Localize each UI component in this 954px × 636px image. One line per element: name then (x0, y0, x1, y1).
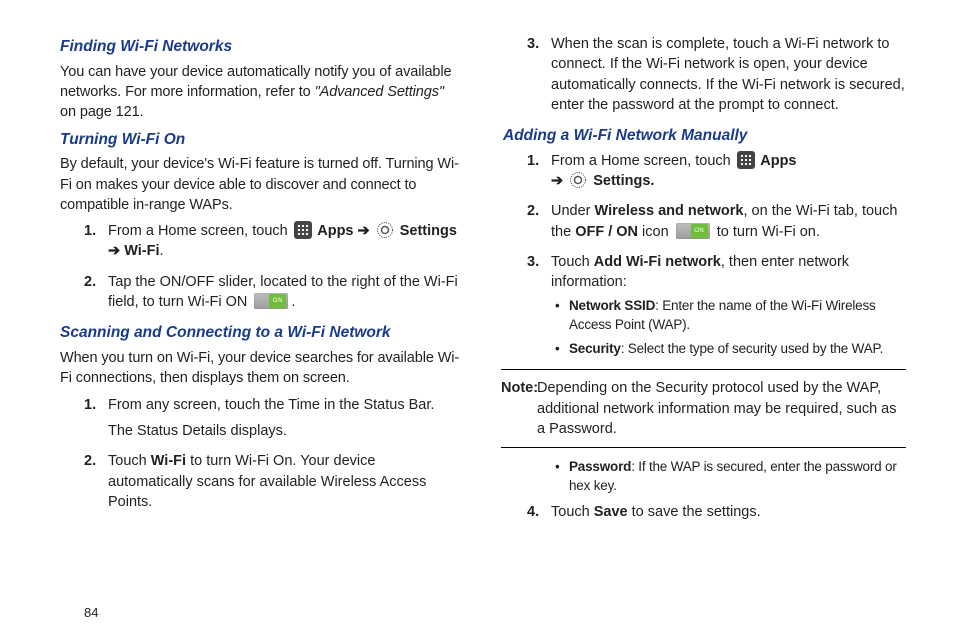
para-scanning: When you turn on Wi-Fi, your device sear… (60, 348, 463, 389)
left-column: Finding Wi-Fi Networks You can have your… (60, 30, 463, 616)
steps-adding-cont: Touch Save to save the settings. (503, 502, 906, 522)
right-column: When the scan is complete, touch a Wi-Fi… (503, 30, 906, 616)
para-turning-wifi: By default, your device's Wi-Fi feature … (60, 154, 463, 215)
text: Touch (551, 254, 594, 270)
bullet-security: Security: Select the type of security us… (551, 340, 906, 359)
text: icon (638, 224, 673, 240)
arrow-icon: ➔ (108, 243, 124, 259)
note-label: Note: (501, 378, 538, 398)
steps-turning-wifi: From a Home screen, touch Apps ➔ Setting… (60, 221, 463, 312)
step-3: When the scan is complete, touch a Wi-Fi… (503, 34, 906, 115)
apps-icon (294, 221, 312, 239)
heading-scanning-connecting: Scanning and Connecting to a Wi-Fi Netwo… (60, 322, 463, 344)
on-toggle-icon (254, 293, 288, 309)
text: to save the settings. (628, 504, 761, 520)
text: on page 121. (60, 104, 143, 120)
label-apps: Apps (757, 153, 797, 169)
arrow-icon: ➔ (551, 173, 567, 189)
bullet-password: Password: If the WAP is secured, enter t… (551, 458, 906, 496)
heading-finding-wifi: Finding Wi-Fi Networks (60, 36, 463, 58)
text: Touch (108, 453, 151, 469)
bullet-ssid: Network SSID: Enter the name of the Wi-F… (551, 297, 906, 335)
label-add-wifi-network: Add Wi-Fi network (594, 254, 721, 270)
steps-adding: From a Home screen, touch Apps ➔ Setting… (503, 151, 906, 359)
label-apps: Apps (314, 223, 354, 239)
manual-page: Finding Wi-Fi Networks You can have your… (0, 0, 954, 636)
note-block: Note: Depending on the Security protocol… (501, 369, 906, 448)
heading-adding-manually: Adding a Wi-Fi Network Manually (503, 125, 906, 147)
label-wifi: Wi-Fi (124, 243, 159, 259)
ref-advanced-settings: "Advanced Settings" (315, 84, 444, 100)
text: From a Home screen, touch (108, 223, 292, 239)
bullets-after-note: Password: If the WAP is secured, enter t… (503, 458, 906, 496)
step-3: Touch Add Wi-Fi network, then enter netw… (503, 252, 906, 359)
settings-icon (569, 171, 587, 189)
heading-turning-wifi-on: Turning Wi-Fi On (60, 129, 463, 151)
text: Touch (551, 504, 594, 520)
step-4: Touch Save to save the settings. (503, 502, 906, 522)
steps-scanning: From any screen, touch the Time in the S… (60, 395, 463, 512)
step-1: From a Home screen, touch Apps ➔ Setting… (503, 151, 906, 192)
text: The Status Details displays. (108, 421, 463, 441)
step-1: From any screen, touch the Time in the S… (60, 395, 463, 442)
label-security: Security (569, 341, 621, 356)
label-wifi: Wi-Fi (151, 453, 186, 469)
text: . (160, 243, 164, 259)
text: to turn Wi-Fi on. (713, 224, 820, 240)
label-settings: Settings. (589, 173, 654, 189)
steps-scanning-cont: When the scan is complete, touch a Wi-Fi… (503, 34, 906, 115)
label-wireless-network: Wireless and network (595, 203, 744, 219)
label-password: Password (569, 459, 631, 474)
arrow-icon: ➔ (354, 223, 374, 239)
text: : Select the type of security used by th… (621, 341, 883, 356)
label-save: Save (594, 504, 628, 520)
settings-icon (376, 221, 394, 239)
on-toggle-icon (676, 223, 710, 239)
label-settings: Settings (396, 223, 457, 239)
step-2: Touch Wi-Fi to turn Wi-Fi On. Your devic… (60, 451, 463, 512)
page-number: 84 (84, 604, 98, 622)
label-off-on: OFF / ON (575, 224, 638, 240)
step-1: From a Home screen, touch Apps ➔ Setting… (60, 221, 463, 262)
apps-icon (737, 151, 755, 169)
bullets-network-info: Network SSID: Enter the name of the Wi-F… (551, 297, 906, 360)
text: . (291, 294, 295, 310)
step-2: Under Wireless and network, on the Wi-Fi… (503, 201, 906, 242)
step-2: Tap the ON/OFF slider, located to the ri… (60, 272, 463, 313)
para-finding-wifi: You can have your device automatically n… (60, 62, 463, 123)
text: From a Home screen, touch (551, 153, 735, 169)
text: From any screen, touch the Time in the S… (108, 395, 463, 415)
note-text: Depending on the Security protocol used … (537, 380, 896, 437)
text: Under (551, 203, 595, 219)
label-network-ssid: Network SSID (569, 298, 655, 313)
